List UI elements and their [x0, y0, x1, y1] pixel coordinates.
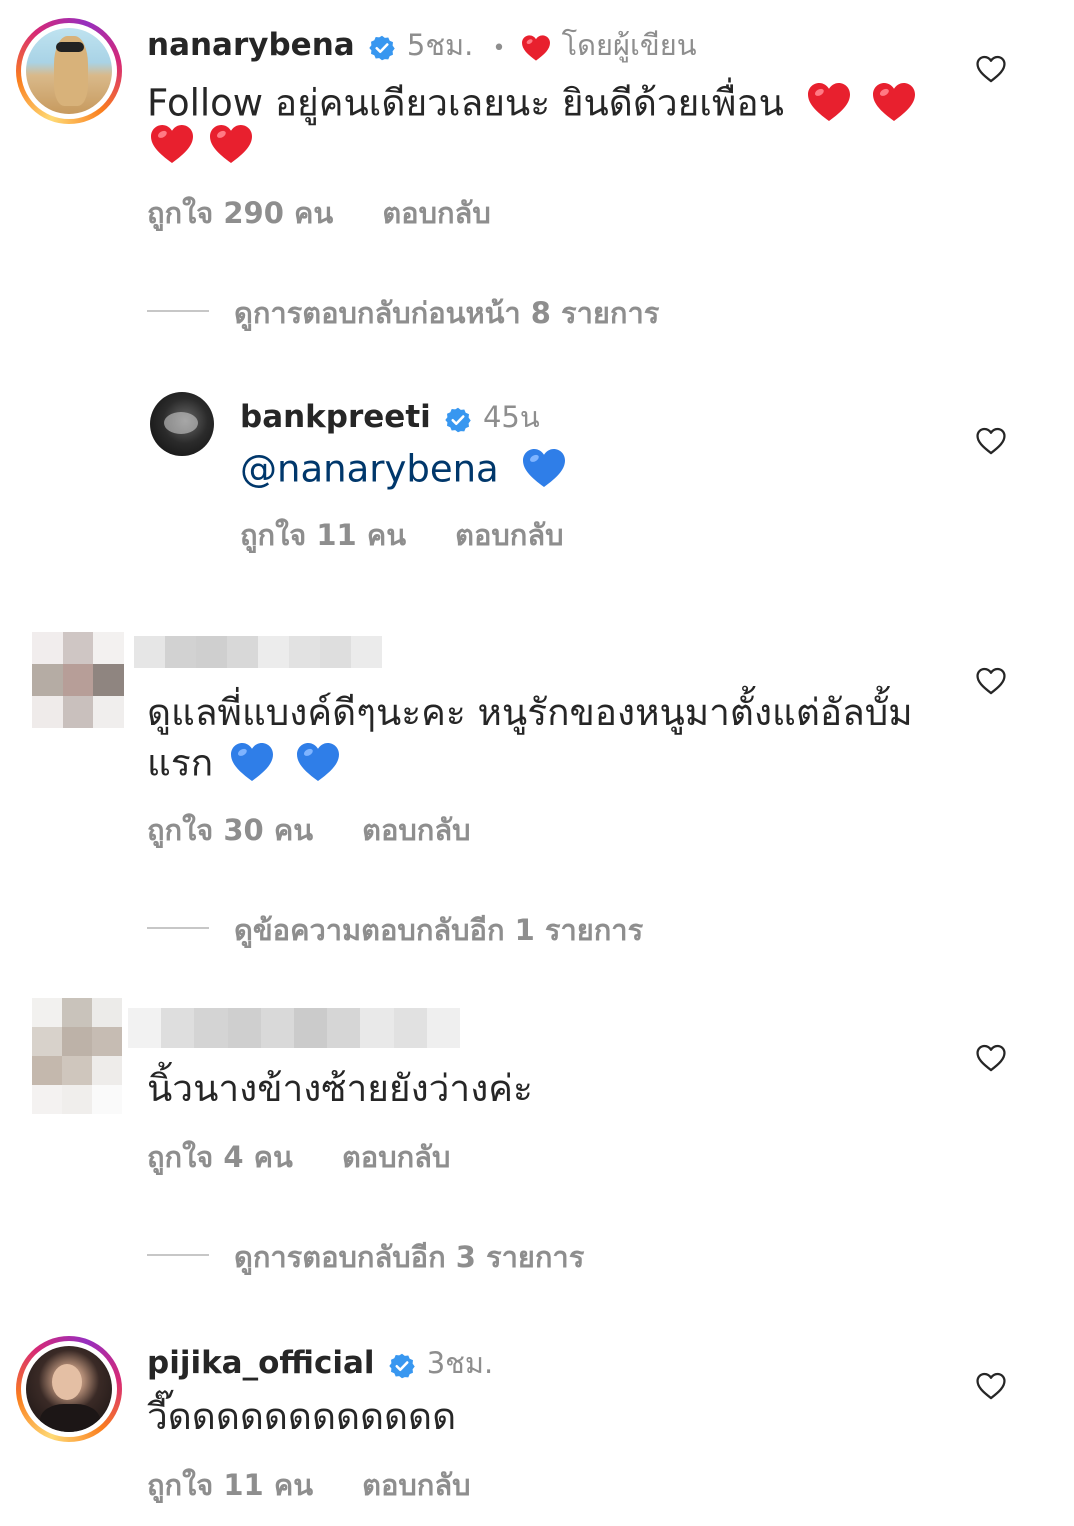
reply-button[interactable]: ตอบกลับ	[382, 196, 490, 230]
reply-button[interactable]: ตอบกลับ	[362, 1468, 470, 1502]
comment-text: ดูแลพี่แบงค์ดีๆนะคะ หนูรักของหนูมาตั้งแต…	[147, 691, 913, 734]
username[interactable]: nanarybena	[147, 27, 355, 63]
comment-text-line2: แรก	[147, 741, 214, 785]
avatar	[26, 1346, 112, 1432]
like-heart-icon[interactable]	[973, 1369, 1009, 1403]
red-heart-emoji	[869, 78, 919, 126]
like-heart-icon[interactable]	[973, 664, 1009, 698]
avatar-blurred[interactable]	[32, 998, 122, 1114]
username-blurred[interactable]	[128, 1008, 460, 1048]
reply-button[interactable]: ตอบกลับ	[362, 813, 470, 847]
mention-link[interactable]: @nanarybena	[240, 448, 499, 491]
like-count[interactable]: ถูกใจ 11 คน	[147, 1468, 313, 1502]
red-heart-emoji	[804, 78, 854, 126]
avatar[interactable]	[150, 392, 214, 456]
like-count[interactable]: ถูกใจ 4 คน	[147, 1140, 293, 1174]
comment-text: นิ้วนางข้างซ้ายยังว่างค่ะ	[147, 1067, 533, 1110]
reply-button[interactable]: ตอบกลับ	[342, 1140, 450, 1174]
username[interactable]: bankpreeti	[240, 399, 431, 435]
avatar	[26, 28, 112, 114]
view-replies-line	[147, 310, 209, 312]
username-blurred[interactable]	[134, 636, 382, 668]
like-heart-icon[interactable]	[973, 1041, 1009, 1075]
like-heart-icon[interactable]	[973, 52, 1009, 86]
like-heart-icon[interactable]	[973, 424, 1009, 458]
comment-text: วี๊ดดดดดดดดดดดด	[147, 1395, 457, 1438]
view-replies-button[interactable]: ดูการตอบกลับอีก 3 รายการ	[234, 1234, 584, 1280]
like-count[interactable]: ถูกใจ 11 คน	[240, 518, 406, 552]
red-heart-emoji	[206, 120, 256, 168]
blue-heart-emoji	[293, 738, 343, 786]
reply-button[interactable]: ตอบกลับ	[455, 518, 563, 552]
timestamp: 5ชม.	[406, 28, 474, 62]
blue-heart-emoji	[519, 444, 569, 492]
view-replies-line	[147, 1254, 209, 1256]
by-author-label: โดยผู้เขียน	[561, 28, 697, 62]
story-ring-avatar[interactable]	[16, 18, 122, 124]
story-ring-avatar[interactable]	[16, 1336, 122, 1442]
verified-badge-icon	[444, 406, 472, 434]
verified-badge-icon	[388, 1352, 416, 1380]
timestamp: 3ชม.	[426, 1346, 494, 1380]
username[interactable]: pijika_official	[147, 1345, 375, 1381]
timestamp: 45น	[482, 400, 540, 434]
verified-badge-icon	[368, 34, 396, 62]
red-heart-emoji	[147, 120, 197, 168]
separator-dot: •	[492, 36, 506, 61]
view-replies-button[interactable]: ดูข้อความตอบกลับอีก 1 รายการ	[234, 907, 643, 953]
like-count[interactable]: ถูกใจ 290 คน	[147, 196, 333, 230]
view-replies-button[interactable]: ดูการตอบกลับก่อนหน้า 8 รายการ	[234, 290, 659, 336]
blue-heart-emoji	[227, 738, 277, 786]
avatar-blurred[interactable]	[32, 632, 124, 728]
like-count[interactable]: ถูกใจ 30 คน	[147, 813, 313, 847]
author-heart-icon	[519, 32, 553, 64]
comment-text: Follow อยู่คนเดียวเลยนะ ยินดีด้วยเพื่อน	[147, 81, 784, 125]
view-replies-line	[147, 927, 209, 929]
